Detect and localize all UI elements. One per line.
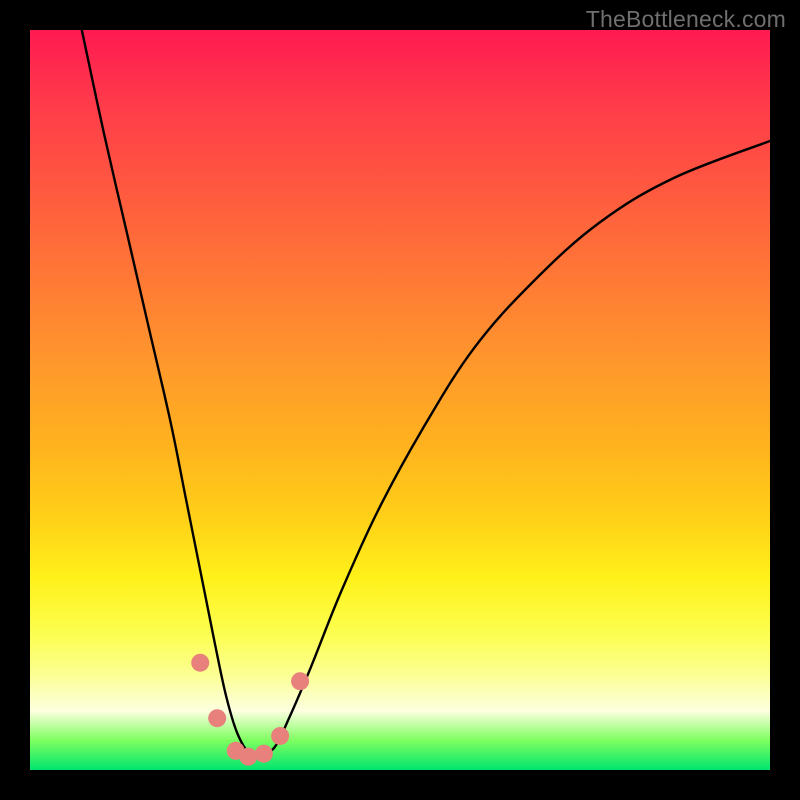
bottleneck-curve: [82, 30, 770, 757]
plot-area: [30, 30, 770, 770]
chart-frame: TheBottleneck.com: [0, 0, 800, 800]
marker-dot: [239, 748, 257, 766]
marker-group: [191, 654, 309, 766]
curve-svg: [30, 30, 770, 770]
marker-dot: [291, 672, 309, 690]
marker-dot: [208, 709, 226, 727]
marker-dot: [271, 727, 289, 745]
marker-dot: [191, 654, 209, 672]
marker-dot: [255, 745, 273, 763]
watermark-text: TheBottleneck.com: [586, 6, 786, 33]
